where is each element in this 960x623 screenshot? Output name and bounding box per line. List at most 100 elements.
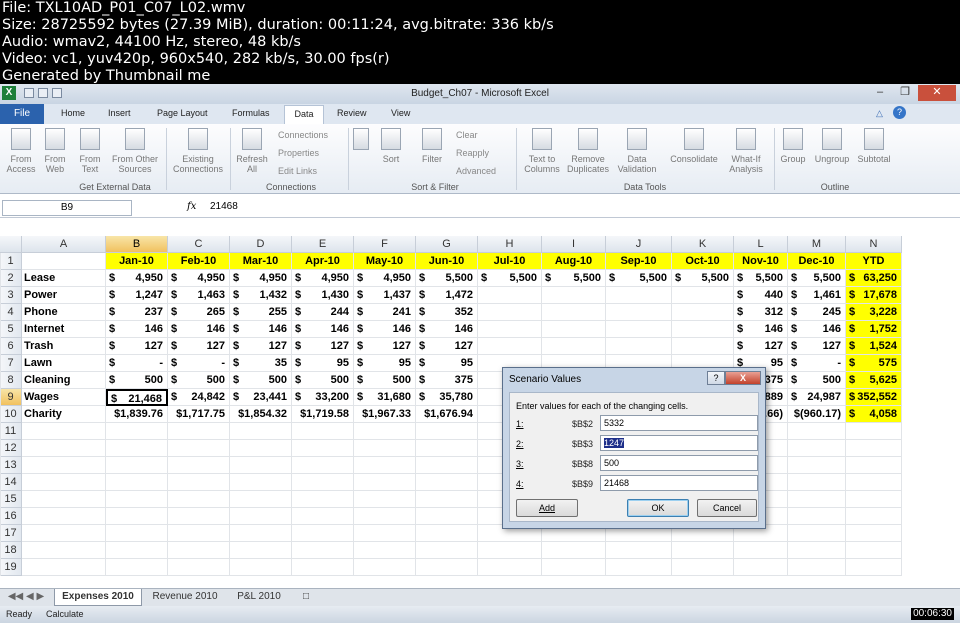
cell[interactable]: $146: [168, 321, 230, 338]
cell[interactable]: Dec-10: [788, 253, 846, 270]
cell[interactable]: [22, 457, 106, 474]
cell[interactable]: [606, 287, 672, 304]
cell[interactable]: [606, 304, 672, 321]
cell[interactable]: $575: [846, 355, 902, 372]
cell[interactable]: [0, 253, 1, 270]
cell[interactable]: $5,500: [788, 270, 846, 287]
cell[interactable]: [22, 559, 106, 576]
cell[interactable]: Charity: [22, 406, 106, 423]
column-header[interactable]: I: [542, 236, 606, 253]
tab-data[interactable]: Data: [284, 105, 324, 125]
cell[interactable]: [0, 559, 1, 576]
restore-icon[interactable]: ❐: [893, 85, 917, 101]
sort-button[interactable]: Sort: [376, 128, 406, 164]
cell[interactable]: [168, 542, 230, 559]
cell[interactable]: [846, 559, 902, 576]
add-button[interactable]: Add: [516, 499, 578, 517]
cell[interactable]: $127: [292, 338, 354, 355]
cell[interactable]: [0, 389, 1, 406]
cell[interactable]: [478, 559, 542, 576]
cell[interactable]: [168, 559, 230, 576]
cell[interactable]: $440: [734, 287, 788, 304]
cell[interactable]: $35,780: [416, 389, 478, 406]
cell[interactable]: [672, 338, 734, 355]
text-to-columns-button[interactable]: Text to Columns: [520, 128, 564, 174]
cell[interactable]: [846, 542, 902, 559]
cell[interactable]: [292, 423, 354, 440]
cell[interactable]: $146: [416, 321, 478, 338]
refresh-all-button[interactable]: Refresh All: [234, 128, 270, 174]
cell[interactable]: [292, 525, 354, 542]
sheet-nav-arrows-icon[interactable]: ◀◀ ◀ ▶ ▶▶: [4, 589, 48, 618]
cell[interactable]: [0, 287, 1, 304]
cell[interactable]: $(960.17): [788, 406, 846, 423]
cell[interactable]: $95: [292, 355, 354, 372]
cell[interactable]: [292, 440, 354, 457]
cell[interactable]: [788, 525, 846, 542]
row-header[interactable]: 17: [0, 525, 22, 542]
cell[interactable]: $500: [230, 372, 292, 389]
row-header[interactable]: 12: [0, 440, 22, 457]
cell[interactable]: Phone: [22, 304, 106, 321]
cell[interactable]: $352,552: [846, 389, 902, 406]
cell-value-input[interactable]: 500: [600, 455, 758, 471]
cell[interactable]: [354, 457, 416, 474]
cell[interactable]: $24,987: [788, 389, 846, 406]
cell[interactable]: [230, 525, 292, 542]
row-header[interactable]: 7: [0, 355, 22, 372]
cell[interactable]: $5,500: [542, 270, 606, 287]
cell[interactable]: $31,680: [354, 389, 416, 406]
cell[interactable]: $1,463: [168, 287, 230, 304]
cell[interactable]: $127: [230, 338, 292, 355]
cell[interactable]: [0, 321, 1, 338]
cell[interactable]: [0, 525, 1, 542]
cell[interactable]: May-10: [354, 253, 416, 270]
from-web-button[interactable]: From Web: [40, 128, 70, 174]
row-header[interactable]: 6: [0, 338, 22, 355]
cell[interactable]: [0, 474, 1, 491]
cell[interactable]: $1,676.94: [416, 406, 478, 423]
cell[interactable]: $23,441: [230, 389, 292, 406]
cell[interactable]: Lease: [22, 270, 106, 287]
cell[interactable]: $146: [106, 321, 168, 338]
cell[interactable]: $ -: [106, 355, 168, 372]
cell[interactable]: Oct-10: [672, 253, 734, 270]
cell[interactable]: [0, 508, 1, 525]
cell[interactable]: [22, 474, 106, 491]
cell[interactable]: $1,524: [846, 338, 902, 355]
cell[interactable]: $ -: [168, 355, 230, 372]
cell[interactable]: [230, 423, 292, 440]
cell[interactable]: [168, 423, 230, 440]
dialog-close-icon[interactable]: X: [725, 371, 761, 385]
row-header[interactable]: 8: [0, 372, 22, 389]
cell[interactable]: $24,842: [168, 389, 230, 406]
cell[interactable]: [0, 491, 1, 508]
cell[interactable]: Trash: [22, 338, 106, 355]
cell[interactable]: [0, 423, 1, 440]
cell[interactable]: $1,854.32: [230, 406, 292, 423]
cancel-button[interactable]: Cancel: [697, 499, 757, 517]
cell[interactable]: [22, 508, 106, 525]
cell[interactable]: [606, 321, 672, 338]
column-header[interactable]: G: [416, 236, 478, 253]
cell[interactable]: [606, 559, 672, 576]
cell[interactable]: [168, 457, 230, 474]
cell[interactable]: $127: [354, 338, 416, 355]
ungroup-button[interactable]: Ungroup: [812, 128, 852, 164]
row-header[interactable]: 5: [0, 321, 22, 338]
column-header[interactable]: A: [22, 236, 106, 253]
cell[interactable]: $5,500: [478, 270, 542, 287]
cell[interactable]: [292, 559, 354, 576]
cell[interactable]: $4,058: [846, 406, 902, 423]
cell[interactable]: [0, 406, 1, 423]
cell[interactable]: $500: [788, 372, 846, 389]
clear-button[interactable]: Clear: [456, 130, 478, 140]
cell[interactable]: [788, 491, 846, 508]
cell[interactable]: [734, 542, 788, 559]
cell[interactable]: [354, 491, 416, 508]
row-header[interactable]: 3: [0, 287, 22, 304]
cell[interactable]: [292, 457, 354, 474]
cell[interactable]: Jul-10: [478, 253, 542, 270]
cell[interactable]: YTD: [846, 253, 902, 270]
cell[interactable]: $500: [168, 372, 230, 389]
